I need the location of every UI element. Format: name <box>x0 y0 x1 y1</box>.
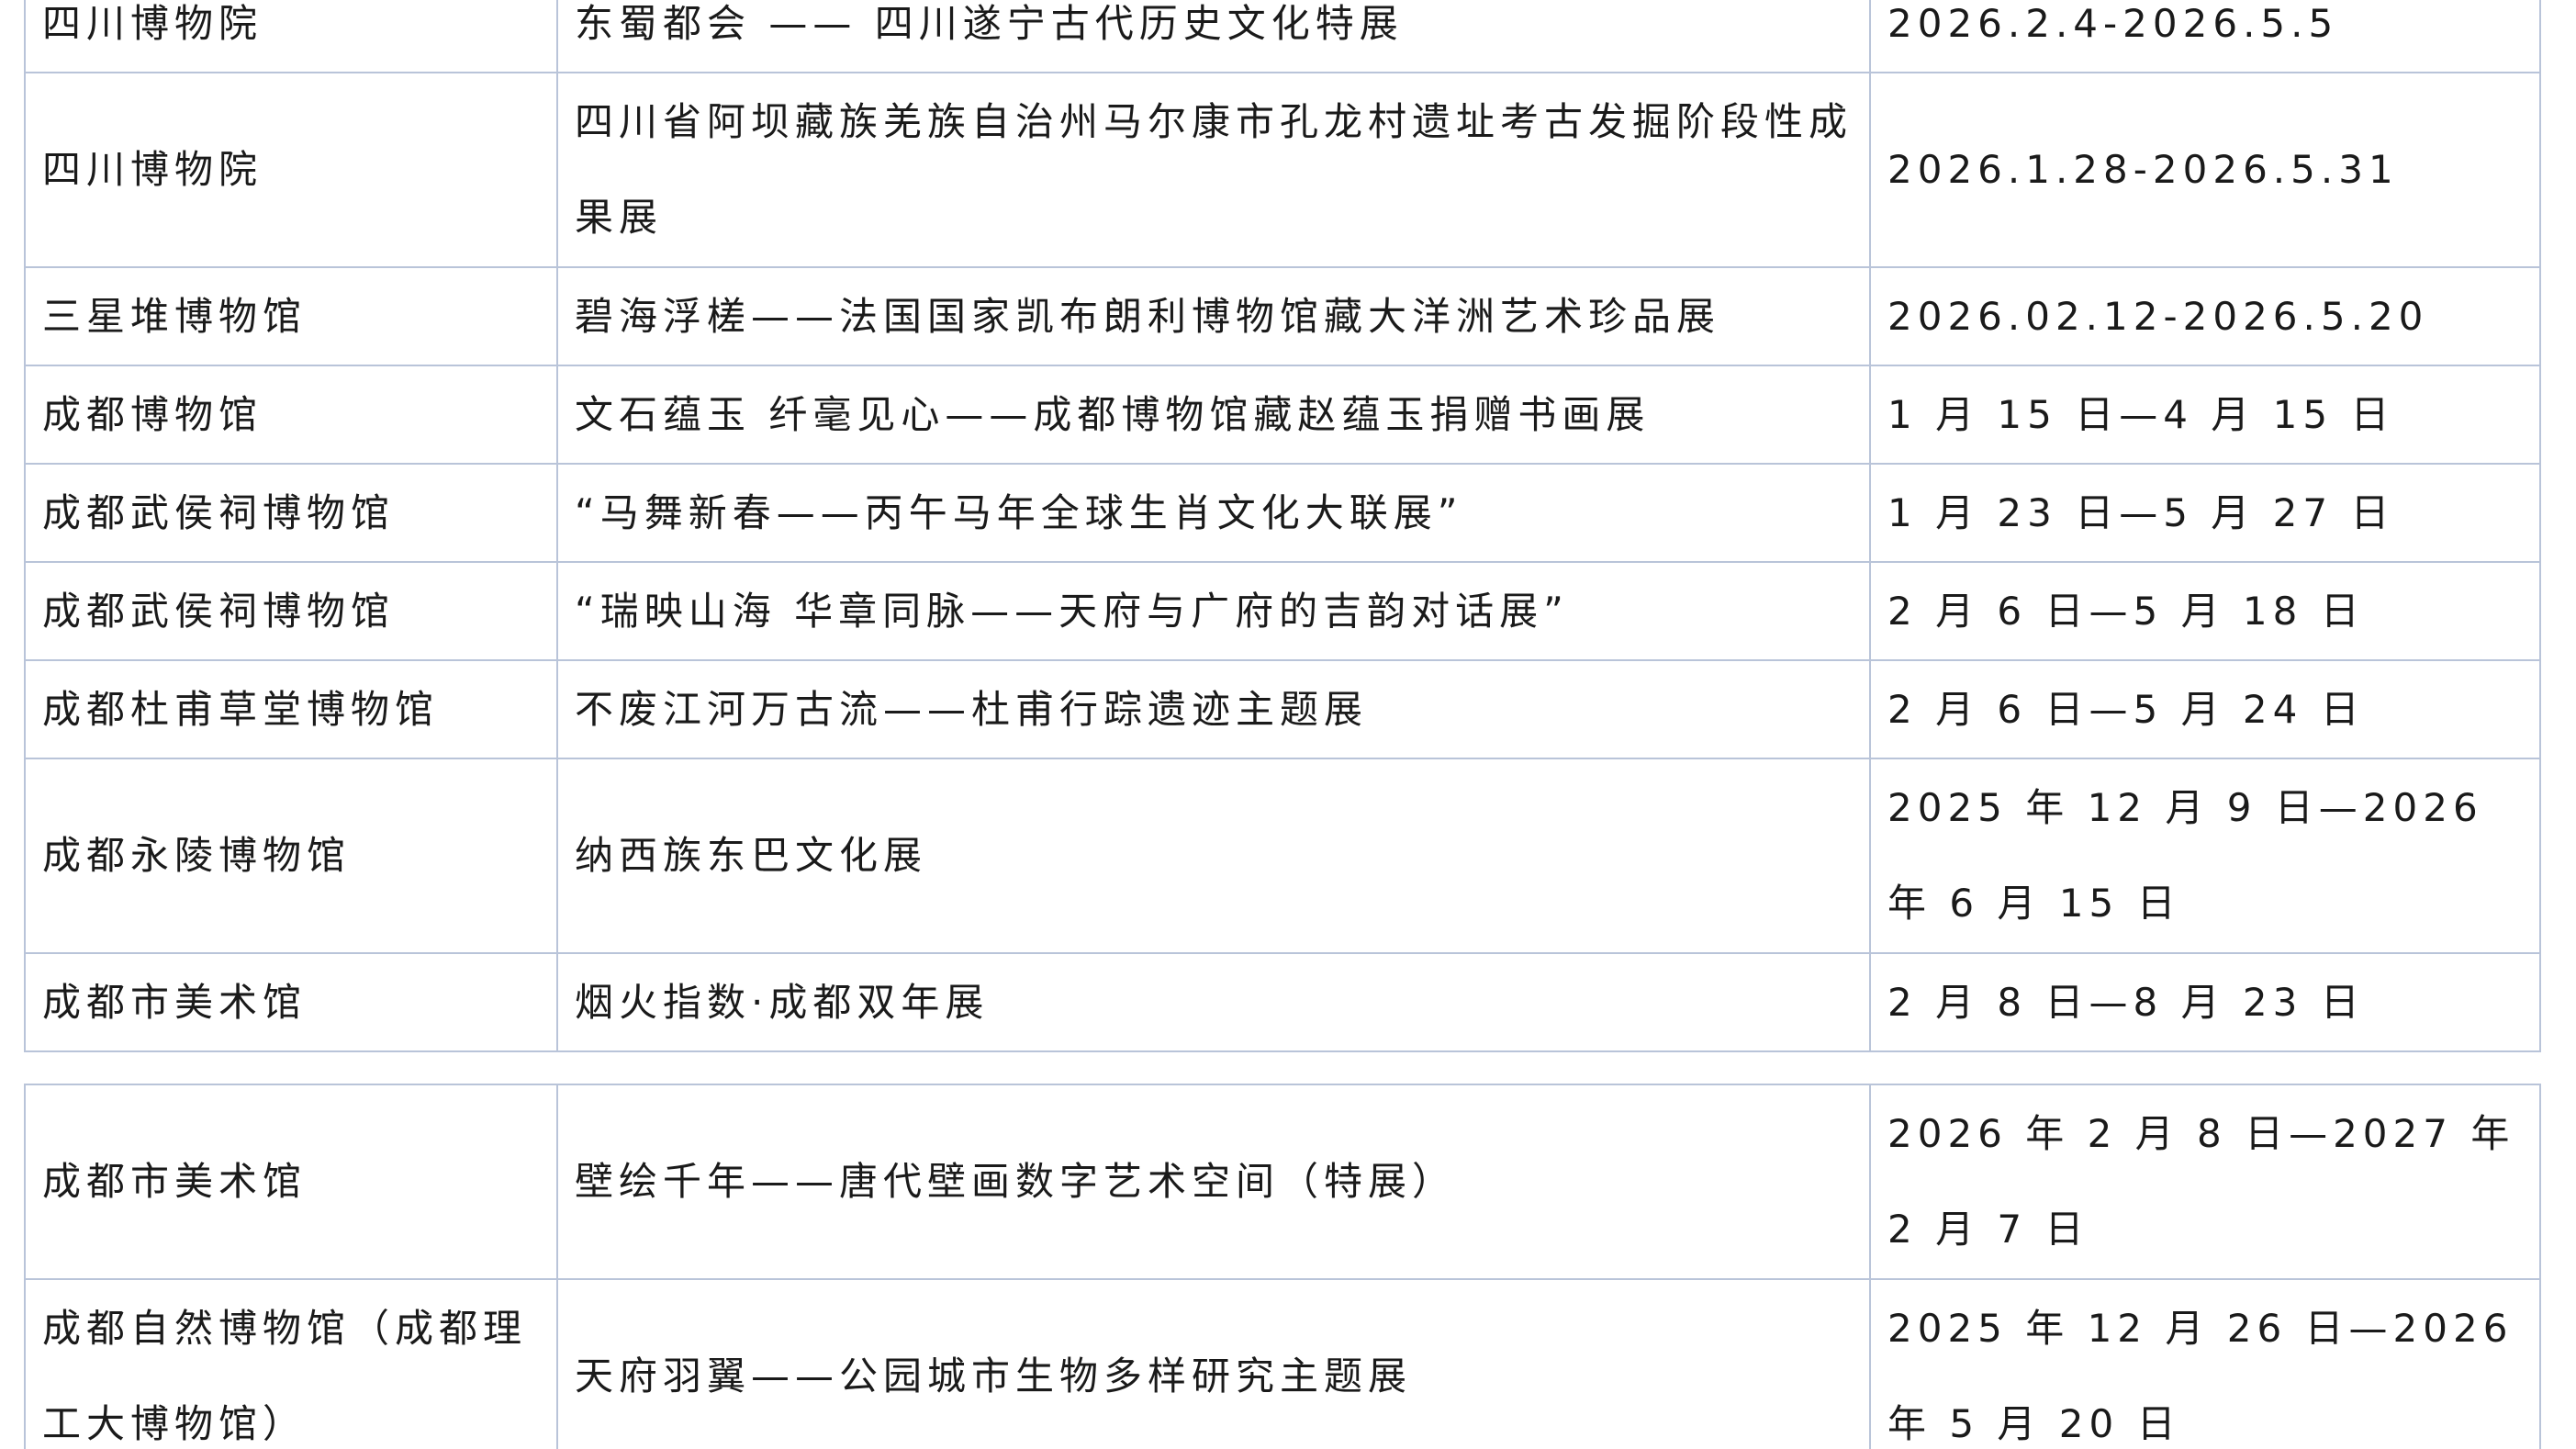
date-cell: 2 月 6 日—5 月 18 日 <box>1869 561 2541 661</box>
exhibition-title-cell: 不废江河万古流——杜甫行踪遗迹主题展 <box>556 659 1871 759</box>
table-row: 成都永陵博物馆 纳西族东巴文化展 2025 年 12 月 9 日—2026 年 … <box>24 758 2541 954</box>
table-row: 成都武侯祠博物馆 “瑞映山海 华章同脉——天府与广府的吉韵对话展” 2 月 6 … <box>24 561 2541 661</box>
date-cell: 2 月 6 日—5 月 24 日 <box>1869 659 2541 759</box>
date-cell: 2 月 8 日—8 月 23 日 <box>1869 952 2541 1052</box>
venue-cell: 四川博物院 <box>24 72 558 268</box>
date-cell: 2026.2.4-2026.5.5 <box>1869 0 2541 73</box>
exhibition-table-1: 四川博物院 东蜀都会 —— 四川遂宁古代历史文化特展 2026.2.4-2026… <box>24 0 2541 1052</box>
venue-cell: 成都博物馆 <box>24 365 558 465</box>
exhibition-title-cell: 壁绘千年——唐代壁画数字艺术空间（特展） <box>556 1084 1871 1280</box>
exhibition-title-cell: “瑞映山海 华章同脉——天府与广府的吉韵对话展” <box>556 561 1871 661</box>
table-row: 成都自然博物馆（成都理工大博物馆） 天府羽翼——公园城市生物多样研究主题展 20… <box>24 1278 2541 1449</box>
date-cell: 2025 年 12 月 9 日—2026 年 6 月 15 日 <box>1869 758 2541 954</box>
table-row: 成都博物馆 文石蕴玉 纤毫见心——成都博物馆藏赵蕴玉捐赠书画展 1 月 15 日… <box>24 365 2541 465</box>
table-row: 成都武侯祠博物馆 “马舞新春——丙午马年全球生肖文化大联展” 1 月 23 日—… <box>24 463 2541 563</box>
venue-cell: 三星堆博物馆 <box>24 266 558 366</box>
date-cell: 1 月 23 日—5 月 27 日 <box>1869 463 2541 563</box>
exhibition-title-cell: 四川省阿坝藏族羌族自治州马尔康市孔龙村遗址考古发掘阶段性成果展 <box>556 72 1871 268</box>
exhibition-title-cell: 烟火指数·成都双年展 <box>556 952 1871 1052</box>
table-row: 成都杜甫草堂博物馆 不废江河万古流——杜甫行踪遗迹主题展 2 月 6 日—5 月… <box>24 659 2541 759</box>
date-cell: 2026 年 2 月 8 日—2027 年 2 月 7 日 <box>1869 1084 2541 1280</box>
venue-cell: 成都武侯祠博物馆 <box>24 463 558 563</box>
table-row: 四川博物院 四川省阿坝藏族羌族自治州马尔康市孔龙村遗址考古发掘阶段性成果展 20… <box>24 72 2541 268</box>
table-row: 四川博物院 东蜀都会 —— 四川遂宁古代历史文化特展 2026.2.4-2026… <box>24 0 2541 73</box>
date-cell: 2025 年 12 月 26 日—2026 年 5 月 20 日 <box>1869 1278 2541 1449</box>
venue-cell: 成都市美术馆 <box>24 952 558 1052</box>
venue-cell: 四川博物院 <box>24 0 558 73</box>
table-row: 成都市美术馆 壁绘千年——唐代壁画数字艺术空间（特展） 2026 年 2 月 8… <box>24 1084 2541 1280</box>
table-row: 三星堆博物馆 碧海浮槎——法国国家凯布朗利博物馆藏大洋洲艺术珍品展 2026.0… <box>24 266 2541 366</box>
exhibition-title-cell: 东蜀都会 —— 四川遂宁古代历史文化特展 <box>556 0 1871 73</box>
table-row: 成都市美术馆 烟火指数·成都双年展 2 月 8 日—8 月 23 日 <box>24 952 2541 1052</box>
venue-cell: 成都自然博物馆（成都理工大博物馆） <box>24 1278 558 1449</box>
venue-cell: 成都市美术馆 <box>24 1084 558 1280</box>
date-cell: 1 月 15 日—4 月 15 日 <box>1869 365 2541 465</box>
date-cell: 2026.02.12-2026.5.20 <box>1869 266 2541 366</box>
exhibition-title-cell: 文石蕴玉 纤毫见心——成都博物馆藏赵蕴玉捐赠书画展 <box>556 365 1871 465</box>
exhibition-table-2: 成都市美术馆 壁绘千年——唐代壁画数字艺术空间（特展） 2026 年 2 月 8… <box>24 1084 2541 1449</box>
venue-cell: 成都永陵博物馆 <box>24 758 558 954</box>
exhibition-title-cell: 纳西族东巴文化展 <box>556 758 1871 954</box>
date-cell: 2026.1.28-2026.5.31 <box>1869 72 2541 268</box>
venue-cell: 成都武侯祠博物馆 <box>24 561 558 661</box>
venue-cell: 成都杜甫草堂博物馆 <box>24 659 558 759</box>
exhibition-title-cell: “马舞新春——丙午马年全球生肖文化大联展” <box>556 463 1871 563</box>
exhibition-title-cell: 天府羽翼——公园城市生物多样研究主题展 <box>556 1278 1871 1449</box>
exhibition-title-cell: 碧海浮槎——法国国家凯布朗利博物馆藏大洋洲艺术珍品展 <box>556 266 1871 366</box>
